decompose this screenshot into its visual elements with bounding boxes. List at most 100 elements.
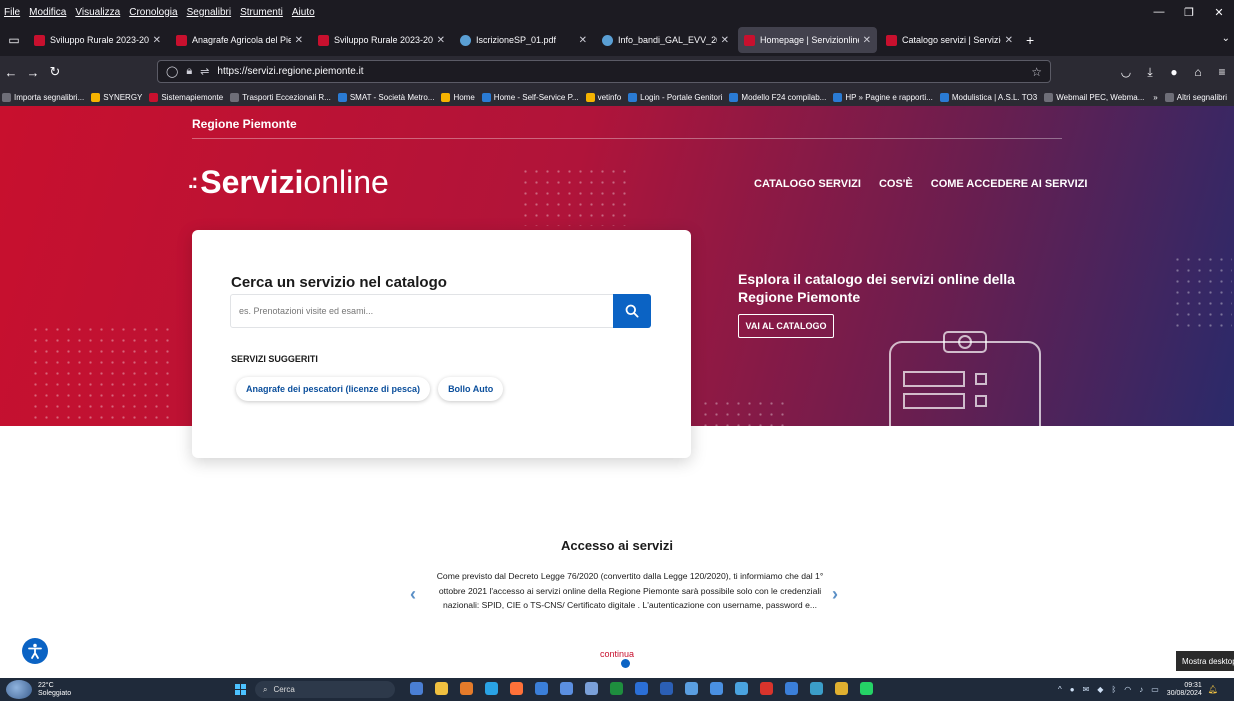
tab-sviluppo-rurale-1[interactable]: Sviluppo Rurale 2023-2027 | Serv✕: [28, 27, 167, 53]
vai-al-catalogo-button[interactable]: VAI AL CATALOGO: [738, 314, 834, 338]
tab-list-icon[interactable]: ▭: [0, 26, 28, 54]
tab-iscrizione-pdf[interactable]: IscrizioneSP_01.pdf ✕: [454, 27, 593, 53]
close-tab-icon[interactable]: ✕: [579, 35, 587, 46]
reload-icon[interactable]: ↻: [44, 64, 66, 80]
bookmark-item[interactable]: Home: [441, 92, 475, 102]
chip-bollo-auto[interactable]: Bollo Auto: [438, 377, 504, 401]
other-bookmarks[interactable]: Altri segnalibri: [1164, 92, 1227, 102]
close-tab-icon[interactable]: ✕: [153, 35, 161, 46]
bookmark-item[interactable]: SMAT - Società Metro...: [337, 92, 434, 102]
app-icon[interactable]: [785, 682, 798, 695]
whatsapp-icon[interactable]: [860, 682, 873, 695]
forward-icon[interactable]: →: [22, 65, 44, 80]
menu-modifica[interactable]: Modifica: [29, 7, 66, 18]
search-button[interactable]: [613, 294, 651, 328]
app-icon[interactable]: [460, 682, 473, 695]
edge-icon[interactable]: [485, 682, 498, 695]
bookmark-item[interactable]: Trasporti Eccezionali R...: [230, 92, 331, 102]
carousel-prev-icon[interactable]: ‹: [410, 584, 416, 605]
app-icon[interactable]: [535, 682, 548, 695]
account-icon[interactable]: ●: [1162, 65, 1186, 79]
chevron-down-icon[interactable]: ⌄: [1222, 33, 1230, 44]
tray-app-icon[interactable]: ◆: [1097, 685, 1103, 694]
notepad-icon[interactable]: [710, 682, 723, 695]
weather-widget[interactable]: 22°C Soleggiato: [6, 680, 71, 699]
search-input[interactable]: [231, 295, 613, 327]
word-icon[interactable]: [660, 682, 673, 695]
wifi-icon[interactable]: ◠: [1124, 685, 1131, 694]
close-tab-icon[interactable]: ✕: [437, 35, 445, 46]
nav-come-accedere[interactable]: COME ACCEDERE AI SERVIZI: [931, 178, 1088, 190]
pocket-icon[interactable]: ◡: [1114, 65, 1138, 79]
tray-app-icon[interactable]: ●: [1070, 685, 1075, 694]
bookmark-item[interactable]: Login - Portale Genitori: [628, 92, 722, 102]
close-tab-icon[interactable]: ✕: [863, 35, 871, 46]
notifications-icon[interactable]: 🔔︎: [1208, 685, 1218, 694]
app-icon[interactable]: [760, 682, 773, 695]
accessibility-button[interactable]: [22, 638, 48, 664]
bookmark-item[interactable]: Importa segnalibri...: [2, 92, 84, 102]
menu-aiuto[interactable]: Aiuto: [292, 7, 315, 18]
new-tab-icon[interactable]: +: [1026, 32, 1034, 48]
bookmark-star-icon[interactable]: ☆: [1031, 65, 1042, 79]
permissions-icon[interactable]: ⇌: [200, 65, 209, 78]
continue-link[interactable]: continua: [0, 649, 1234, 659]
tab-anagrafe-agricola[interactable]: Anagrafe Agricola del Piemonte✕: [170, 27, 309, 53]
chevron-up-icon[interactable]: ^: [1058, 685, 1062, 694]
lock-icon[interactable]: 🔒︎: [186, 65, 192, 78]
bookmark-item[interactable]: Modulistica | A.S.L. TO3: [939, 92, 1037, 102]
app-icon[interactable]: [735, 682, 748, 695]
bluetooth-icon[interactable]: ᛒ: [1111, 685, 1116, 694]
servizionline-logo[interactable]: .: Servizi online: [188, 164, 389, 201]
bookmark-item[interactable]: Sistemapiemonte: [149, 92, 223, 102]
windows-start-icon[interactable]: [235, 684, 246, 695]
back-icon[interactable]: ←: [0, 65, 22, 80]
chrome-icon[interactable]: [835, 682, 848, 695]
excel-icon[interactable]: [610, 682, 623, 695]
bookmark-item[interactable]: vetinfo: [585, 92, 621, 102]
url-bar[interactable]: ◯ 🔒︎ ⇌ https://servizi.regione.piemonte.…: [157, 60, 1051, 83]
close-tab-icon[interactable]: ✕: [1005, 35, 1013, 46]
menu-icon[interactable]: ≡: [1210, 65, 1234, 79]
menu-segnalibri[interactable]: Segnalibri: [187, 7, 231, 18]
calendar-icon[interactable]: [560, 682, 573, 695]
volume-icon[interactable]: ♪: [1139, 685, 1143, 694]
url-text[interactable]: https://servizi.regione.piemonte.it: [217, 66, 363, 77]
taskbar-search[interactable]: ⌕ Cerca: [255, 681, 395, 698]
region-title[interactable]: Regione Piemonte: [192, 117, 297, 131]
tab-catalogo-servizi[interactable]: Catalogo servizi | Servizionline✕: [880, 27, 1019, 53]
bookmark-item[interactable]: Modello F24 compilab...: [729, 92, 826, 102]
nav-catalogo-servizi[interactable]: CATALOGO SERVIZI: [754, 178, 861, 190]
store-icon[interactable]: [585, 682, 598, 695]
shield-icon[interactable]: ◯: [166, 65, 178, 78]
close-window-button[interactable]: ✕: [1204, 6, 1234, 19]
bookmark-item[interactable]: Webmail PEC, Webma...: [1044, 92, 1144, 102]
menu-strumenti[interactable]: Strumenti: [240, 7, 283, 18]
menu-file[interactable]: File: [4, 7, 20, 18]
extensions-icon[interactable]: ⌂: [1186, 65, 1210, 79]
tab-homepage-servizionline[interactable]: Homepage | Servizionline ✕: [738, 27, 877, 53]
downloads-icon[interactable]: ⤓: [1138, 65, 1162, 80]
bookmark-item[interactable]: HP » Pagine e rapporti...: [833, 92, 933, 102]
carousel-next-icon[interactable]: ›: [832, 584, 838, 605]
mail-icon[interactable]: ✉: [1083, 685, 1090, 694]
menu-cronologia[interactable]: Cronologia: [129, 7, 177, 18]
close-tab-icon[interactable]: ✕: [295, 35, 303, 46]
close-tab-icon[interactable]: ✕: [721, 35, 729, 46]
bookmark-item[interactable]: Home - Self-Service P...: [481, 92, 579, 102]
battery-icon[interactable]: ▭: [1151, 685, 1159, 694]
minimize-button[interactable]: —: [1144, 6, 1174, 18]
tab-info-bandi-pdf[interactable]: Info_bandi_GAL_EVV_2021.pdf✕: [596, 27, 735, 53]
carousel-indicator[interactable]: [621, 659, 630, 668]
app-icon[interactable]: [810, 682, 823, 695]
menu-visualizza[interactable]: Visualizza: [75, 7, 120, 18]
file-explorer-icon[interactable]: [435, 682, 448, 695]
chip-anagrafe-pescatori[interactable]: Anagrafe dei pescatori (licenze di pesca…: [236, 377, 431, 401]
task-view-icon[interactable]: [410, 682, 423, 695]
nav-cos-e[interactable]: COS'È: [879, 178, 913, 190]
clock[interactable]: 09:31 30/08/2024: [1167, 682, 1202, 698]
outlook-icon[interactable]: [635, 682, 648, 695]
bookmark-item[interactable]: SYNERGY: [91, 92, 142, 102]
firefox-icon[interactable]: [510, 682, 523, 695]
tab-sviluppo-rurale-2[interactable]: Sviluppo Rurale 2023-2027 ✕: [312, 27, 451, 53]
